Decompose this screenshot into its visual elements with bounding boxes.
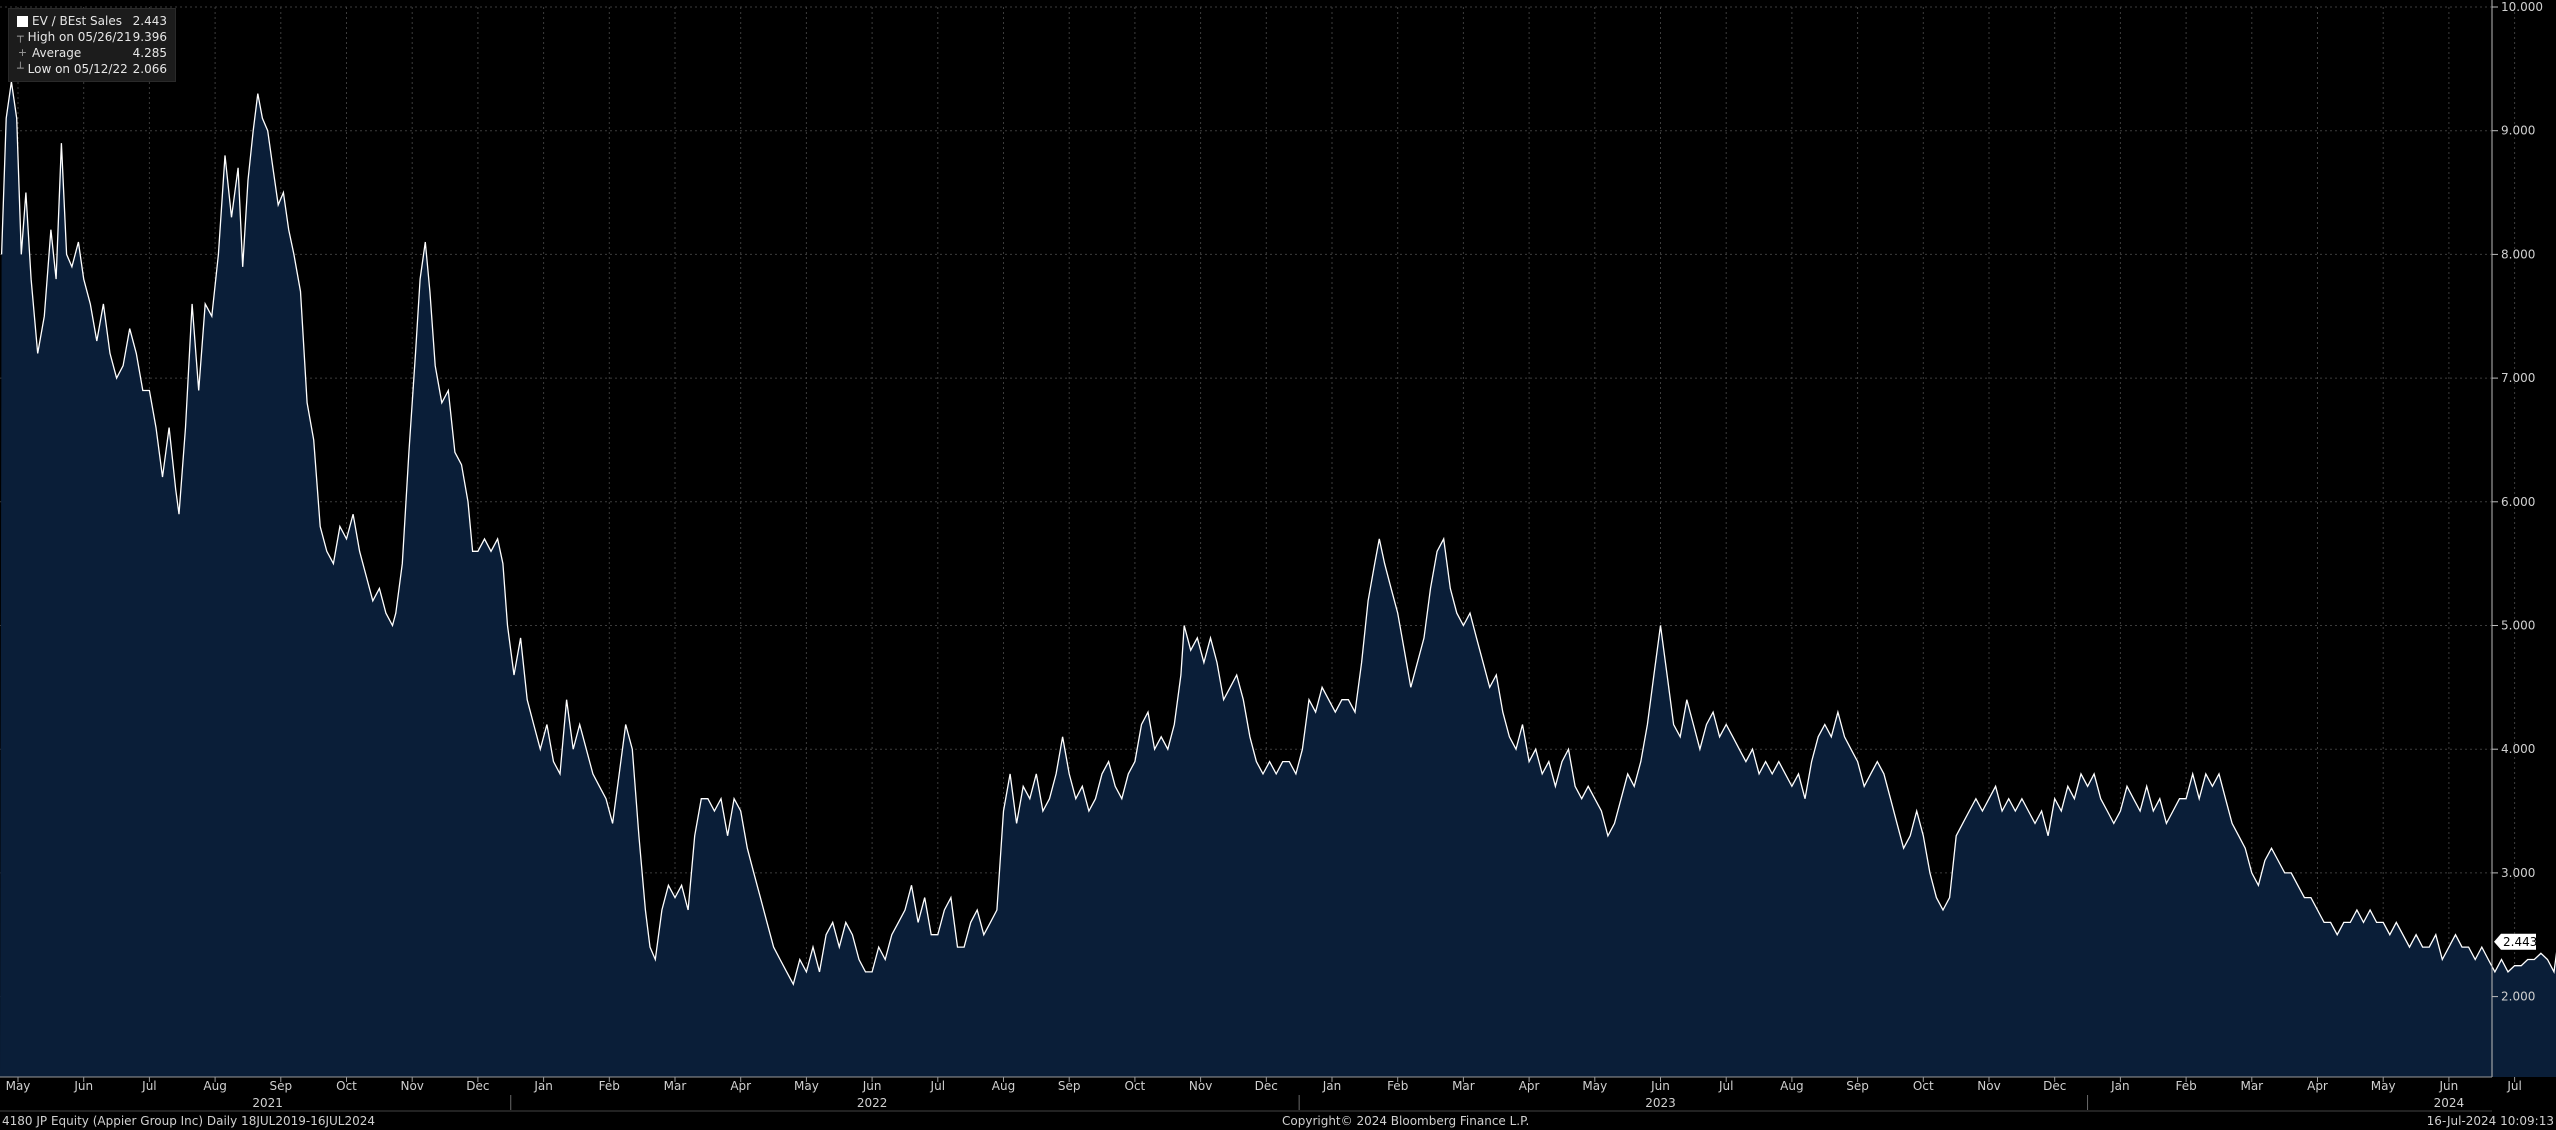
x-month-label: Jul xyxy=(2506,1079,2521,1093)
x-month-label: Aug xyxy=(203,1079,226,1093)
legend-item-low: ┴ Low on 05/12/22 2.066 xyxy=(15,61,167,77)
y-tick-label: 7.000 xyxy=(2501,371,2535,385)
last-value-text: 2.443 xyxy=(2503,935,2537,949)
y-tick-label: 5.000 xyxy=(2501,618,2535,632)
x-month-label: May xyxy=(6,1079,31,1093)
x-year-label: 2023 xyxy=(1645,1096,1676,1110)
y-tick-label: 10.000 xyxy=(2501,0,2543,14)
x-month-label: Nov xyxy=(400,1079,423,1093)
timestamp: 16-Jul-2024 10:09:13 xyxy=(2426,1114,2554,1128)
x-month-label: May xyxy=(2371,1079,2396,1093)
x-month-label: Oct xyxy=(336,1079,357,1093)
x-month-label: Jul xyxy=(930,1079,945,1093)
security-description: 4180 JP Equity (Appier Group Inc) Daily … xyxy=(2,1114,376,1128)
x-year-label: 2021 xyxy=(252,1096,283,1110)
x-month-label: Apr xyxy=(1519,1079,1540,1093)
y-tick-label: 2.000 xyxy=(2501,990,2535,1004)
legend-label: Low on 05/12/22 xyxy=(27,62,128,76)
legend-value: 9.396 xyxy=(132,30,167,44)
x-month-label: Aug xyxy=(992,1079,1015,1093)
x-month-label: Aug xyxy=(1780,1079,1803,1093)
legend-item-series[interactable]: EV / BEst Sales 2.443 xyxy=(15,13,167,29)
x-month-label: Feb xyxy=(1387,1079,1408,1093)
x-month-label: Jan xyxy=(1322,1079,1342,1093)
x-month-label: Mar xyxy=(2240,1079,2263,1093)
legend-label: Average xyxy=(32,46,82,60)
legend-box: EV / BEst Sales 2.443 ┬ High on 05/26/21 … xyxy=(8,8,176,82)
x-month-label: Jan xyxy=(533,1079,553,1093)
legend-label: EV / BEst Sales xyxy=(32,14,122,28)
x-month-label: Jul xyxy=(1718,1079,1733,1093)
x-month-label: Jan xyxy=(2110,1079,2130,1093)
x-month-label: Dec xyxy=(1255,1079,1278,1093)
x-month-label: Nov xyxy=(1189,1079,1212,1093)
x-month-label: Sep xyxy=(269,1079,292,1093)
x-month-label: Apr xyxy=(730,1079,751,1093)
x-month-label: May xyxy=(794,1079,819,1093)
chart-canvas: 2.000 3.000 4.000 5.000 6.000 7.000 8.000 9.000… xyxy=(0,0,2556,1112)
x-month-label: Sep xyxy=(1846,1079,1869,1093)
y-tick-label: 4.000 xyxy=(2501,742,2535,756)
x-year-label: 2024 xyxy=(2434,1096,2465,1110)
x-month-label: Jul xyxy=(141,1079,156,1093)
x-year-label: 2022 xyxy=(857,1096,888,1110)
x-month-label: Mar xyxy=(1452,1079,1475,1093)
legend-swatch xyxy=(17,15,28,27)
average-marker-icon: + xyxy=(17,46,28,59)
x-month-label: May xyxy=(1582,1079,1607,1093)
x-month-label: Jun xyxy=(862,1079,882,1093)
x-month-label: Sep xyxy=(1058,1079,1081,1093)
legend-value: 2.066 xyxy=(132,62,167,76)
high-marker-icon: ┬ xyxy=(17,30,24,43)
y-tick-label: 6.000 xyxy=(2501,495,2535,509)
y-tick-label: 3.000 xyxy=(2501,866,2535,880)
x-month-label: Jun xyxy=(2439,1079,2459,1093)
x-month-label: Mar xyxy=(664,1079,687,1093)
legend-value: 4.285 xyxy=(132,46,167,60)
legend-label: High on 05/26/21 xyxy=(27,30,132,44)
x-month-label: Feb xyxy=(2175,1079,2196,1093)
copyright-notice: Copyright© 2024 Bloomberg Finance L.P. xyxy=(1282,1114,1530,1128)
legend-value: 2.443 xyxy=(132,14,167,28)
x-month-label: Feb xyxy=(599,1079,620,1093)
x-month-label: Jun xyxy=(73,1079,93,1093)
legend-item-high: ┬ High on 05/26/21 9.396 xyxy=(15,29,167,45)
y-tick-label: 9.000 xyxy=(2501,124,2535,138)
x-month-label: Jun xyxy=(1650,1079,1670,1093)
y-axis: 2.000 3.000 4.000 5.000 6.000 7.000 8.000 9.000… xyxy=(2491,0,2543,1077)
last-value-label: 2.443 xyxy=(2494,933,2537,950)
x-axis: May Jun Jul Aug Sep Oct Nov Dec Jan Feb Mar Apr May J… xyxy=(0,1076,2522,1112)
x-month-label: Apr xyxy=(2307,1079,2328,1093)
x-month-label: Oct xyxy=(1913,1079,1934,1093)
legend-item-average: + Average 4.285 xyxy=(15,45,167,61)
series-area xyxy=(0,81,2556,1077)
x-month-label: Nov xyxy=(1977,1079,2000,1093)
x-month-label: Dec xyxy=(2043,1079,2066,1093)
low-marker-icon: ┴ xyxy=(17,62,24,75)
x-month-label: Oct xyxy=(1125,1079,1146,1093)
y-tick-label: 8.000 xyxy=(2501,247,2535,261)
x-month-label: Dec xyxy=(466,1079,489,1093)
